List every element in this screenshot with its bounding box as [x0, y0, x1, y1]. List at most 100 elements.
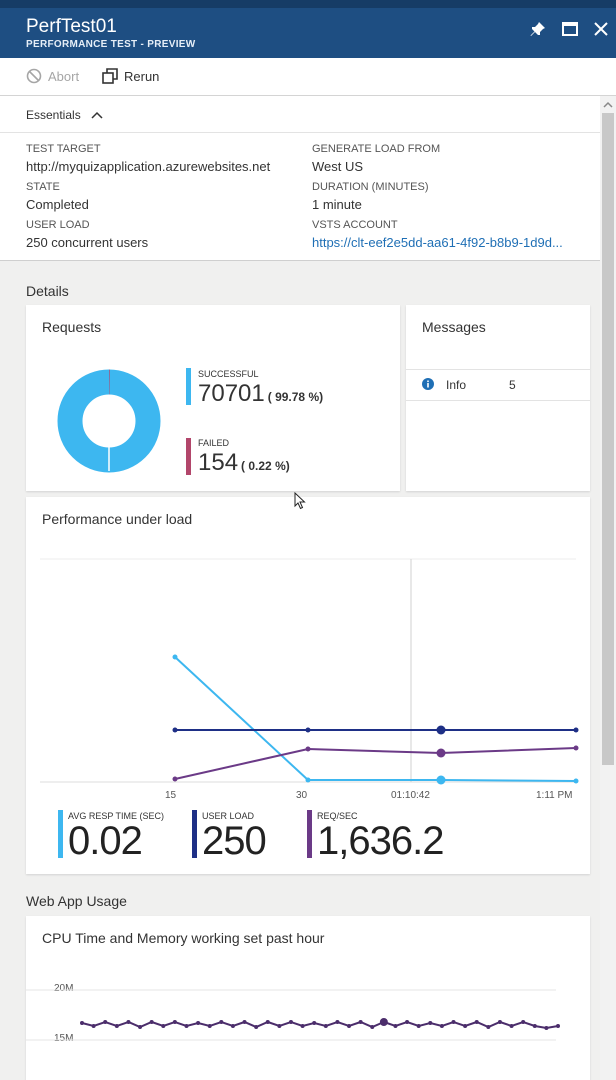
- mouse-cursor-icon: [294, 492, 306, 510]
- memory-point: [161, 1024, 166, 1028]
- state-value: Completed: [26, 197, 89, 212]
- req-sec-bar: [307, 810, 312, 858]
- memory-point: [300, 1024, 305, 1028]
- user-load-point: [305, 727, 311, 733]
- avg-resp-time-point: [305, 777, 311, 783]
- messages-title: Messages: [422, 319, 486, 335]
- essentials-toggle[interactable]: Essentials: [26, 108, 103, 122]
- x-tick-label: 15: [165, 790, 177, 801]
- blade-content: Essentials TEST TARGET http://myquizappl…: [0, 96, 600, 1080]
- memory-point: [207, 1024, 212, 1028]
- abort-icon: [26, 68, 42, 84]
- memory-point: [114, 1024, 119, 1028]
- req-sec-point: [172, 776, 178, 782]
- successful-stat: 70701( 99.78 %): [198, 380, 323, 408]
- generate-load-label: GENERATE LOAD FROM: [312, 143, 441, 155]
- performance-tile[interactable]: Performance under load 15 30 01:10:42 1:…: [26, 497, 590, 874]
- x-tick-label: 01:10:42: [391, 790, 430, 801]
- web-app-usage-title: Web App Usage: [26, 893, 127, 909]
- memory-point: [196, 1021, 201, 1025]
- memory-point: [556, 1024, 560, 1028]
- requests-tile[interactable]: Requests SUCCESSFUL 70701( 99.78 %) FAIL…: [26, 305, 400, 491]
- state-label: STATE: [26, 181, 60, 193]
- scrollbar-thumb[interactable]: [602, 113, 614, 765]
- message-count: 5: [509, 378, 516, 392]
- blade-subtitle: PERFORMANCE TEST - PREVIEW: [26, 39, 196, 50]
- test-target-label: TEST TARGET: [26, 143, 101, 155]
- successful-percent: ( 99.78 %): [267, 390, 324, 404]
- memory-point: [323, 1024, 328, 1028]
- user-load-label: USER LOAD: [26, 219, 90, 231]
- user-load-value: 250 concurrent users: [26, 235, 149, 250]
- successful-label: SUCCESSFUL: [198, 369, 259, 379]
- requests-title: Requests: [42, 319, 102, 335]
- cpu-memory-tile[interactable]: CPU Time and Memory working set past hou…: [26, 916, 590, 1080]
- maximize-icon[interactable]: [559, 18, 581, 40]
- memory-point: [219, 1020, 224, 1024]
- test-target-value: http://myquizapplication.azurewebsites.n…: [26, 159, 271, 174]
- memory-point: [474, 1020, 479, 1024]
- memory-point: [138, 1025, 143, 1029]
- avg-resp-time-value: 0.02: [68, 819, 143, 863]
- req-sec-point-selected: [436, 748, 446, 758]
- user-load-metric-value: 250: [202, 819, 267, 863]
- memory-point: [497, 1020, 502, 1024]
- messages-tile[interactable]: Messages Info 5: [406, 305, 590, 491]
- title-bar: PerfTest01 PERFORMANCE TEST - PREVIEW: [0, 0, 616, 58]
- requests-donut-chart: [57, 369, 161, 473]
- message-type: Info: [446, 378, 467, 392]
- performance-chart: [40, 558, 579, 785]
- command-bar: Abort Rerun: [0, 58, 616, 96]
- details-section-title: Details: [26, 283, 69, 299]
- scroll-up-icon[interactable]: [603, 100, 613, 110]
- req-sec-value: 1,636.2: [317, 819, 444, 863]
- essentials-panel: Essentials TEST TARGET http://myquizappl…: [0, 96, 600, 261]
- memory-point: [149, 1020, 154, 1024]
- essentials-header: Essentials: [26, 108, 81, 122]
- req-sec-point: [573, 745, 579, 751]
- rerun-label: Rerun: [124, 68, 160, 84]
- memory-point: [416, 1024, 421, 1028]
- memory-point: [358, 1020, 363, 1024]
- memory-point: [91, 1024, 96, 1028]
- failed-bar: [186, 438, 191, 475]
- memory-point: [103, 1020, 108, 1024]
- memory-point: [532, 1024, 537, 1028]
- failed-label: FAILED: [198, 438, 230, 448]
- memory-point: [312, 1021, 317, 1025]
- memory-point: [80, 1021, 84, 1025]
- performance-title: Performance under load: [42, 511, 193, 527]
- memory-point: [230, 1024, 235, 1028]
- successful-value: 70701: [198, 380, 265, 407]
- vsts-account-label: VSTS ACCOUNT: [312, 219, 398, 231]
- message-row-info[interactable]: Info 5: [406, 369, 590, 401]
- avg-resp-time-point: [573, 778, 579, 784]
- memory-point: [521, 1020, 526, 1024]
- pin-icon[interactable]: [527, 18, 549, 40]
- avg-resp-time-bar: [58, 810, 63, 858]
- memory-point: [370, 1025, 375, 1029]
- duration-value: 1 minute: [312, 197, 362, 212]
- memory-point: [428, 1021, 433, 1025]
- x-tick-label: 1:11 PM: [536, 790, 573, 801]
- user-load-point: [573, 727, 579, 733]
- duration-label: DURATION (MINUTES): [312, 181, 429, 193]
- memory-point: [544, 1026, 549, 1030]
- memory-point: [265, 1020, 270, 1024]
- failed-percent: ( 0.22 %): [241, 459, 290, 473]
- failed-value: 154: [198, 449, 239, 476]
- abort-button[interactable]: Abort: [26, 68, 79, 84]
- vsts-account-link[interactable]: https://clt-eef2e5dd-aa61-4f92-b8b9-1d9d…: [312, 235, 563, 250]
- user-load-bar: [192, 810, 197, 858]
- memory-point: [335, 1020, 340, 1024]
- chevron-up-icon: [91, 111, 103, 119]
- info-icon: [422, 378, 434, 390]
- rerun-button[interactable]: Rerun: [102, 68, 159, 84]
- close-icon[interactable]: [590, 18, 612, 40]
- cpu-memory-title: CPU Time and Memory working set past hou…: [42, 930, 325, 946]
- blade-title: PerfTest01: [26, 16, 117, 37]
- successful-bar: [186, 368, 191, 405]
- user-load-point-selected: [436, 725, 446, 735]
- cpu-memory-chart: [26, 989, 560, 1041]
- generate-load-value: West US: [312, 159, 364, 174]
